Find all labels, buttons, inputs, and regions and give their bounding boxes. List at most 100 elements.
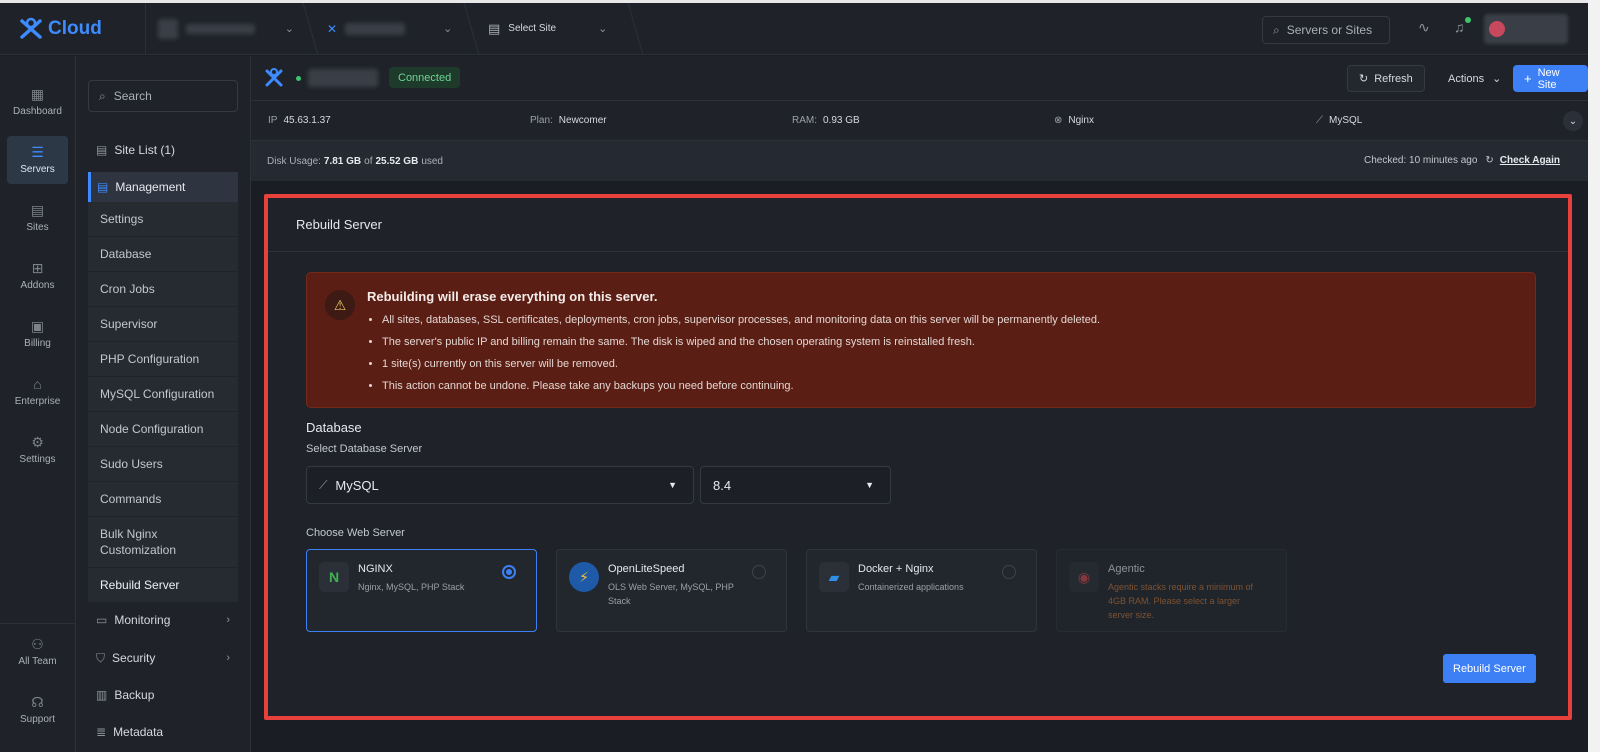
- plan-value: Newcomer: [558, 115, 607, 126]
- new-site-button[interactable]: + New Site: [1513, 65, 1588, 92]
- bell-icon[interactable]: ♫: [1454, 19, 1465, 35]
- database-version-select[interactable]: 8.4 ▼: [700, 466, 891, 504]
- openlitespeed-logo-icon: ⚡: [569, 562, 599, 592]
- db-server-info: ⟋ MySQL: [1316, 115, 1362, 126]
- web-server-value: Nginx: [1068, 115, 1094, 126]
- disk-checked-status: Checked: 10 minutes ago ↻ Check Again: [1364, 155, 1560, 166]
- alert-list: All sites, databases, SSL certificates, …: [382, 312, 1100, 400]
- rail-item-dashboard[interactable]: ▦ Dashboard: [7, 78, 68, 126]
- notification-dot: [1465, 17, 1471, 23]
- server-switcher[interactable]: ✕ ⌄: [315, 3, 467, 55]
- subnav-item-label: Bulk Nginx Customization: [100, 527, 177, 557]
- ram-info: RAM: 0.93 GB: [792, 115, 860, 126]
- actions-dropdown[interactable]: Actions ⌄: [1437, 65, 1512, 92]
- rail-item-enterprise[interactable]: ⌂ Enterprise: [7, 368, 68, 416]
- subnav-item-label: Cron Jobs: [100, 282, 155, 296]
- rail-item-settings[interactable]: ⚙ Settings: [7, 426, 68, 474]
- server-icon: ✕: [327, 21, 338, 36]
- subnav-item-cron-jobs[interactable]: Cron Jobs: [88, 272, 238, 306]
- rail-item-addons[interactable]: ⊞ Addons: [7, 252, 68, 300]
- disk-usage-label: Disk Usage:: [267, 155, 321, 167]
- rail-item-servers[interactable]: ☰ Servers: [7, 136, 68, 184]
- enterprise-icon: ⌂: [33, 376, 42, 392]
- addons-icon: ⊞: [31, 260, 44, 276]
- subnav-item-database[interactable]: Database: [88, 237, 238, 271]
- alert-item: The server's public IP and billing remai…: [382, 334, 1100, 356]
- activity-icon[interactable]: ∿: [1418, 19, 1430, 36]
- db-server-value: MySQL: [1329, 115, 1363, 126]
- mysql-icon: ⟋: [319, 477, 328, 492]
- rebuild-server-button[interactable]: Rebuild Server: [1443, 654, 1536, 683]
- database-server-select[interactable]: ⟋ MySQL ▼: [306, 466, 694, 504]
- cloud-logo-icon: [20, 17, 42, 39]
- server-info-row: IP 45.63.1.37 Plan: Newcomer RAM: 0.93 G…: [251, 101, 1588, 141]
- status-badge: Connected: [389, 67, 461, 88]
- subnav-item-bulk-nginx[interactable]: Bulk Nginx Customization: [88, 517, 238, 567]
- left-rail: ▦ Dashboard ☰ Servers ▤ Sites ⊞ Addons ▣…: [0, 56, 76, 752]
- top-bar: Cloud ⌄ ✕ ⌄ ▤ Select Site ⌄ ⌕ Servers or…: [0, 2, 1588, 55]
- rail-item-sites[interactable]: ▤ Sites: [7, 194, 68, 242]
- subnav-backup[interactable]: ▥ Backup: [88, 680, 238, 710]
- web-server-card-openlitespeed[interactable]: ⚡ OpenLiteSpeed OLS Web Server, MySQL, P…: [556, 549, 787, 632]
- actions-label: Actions: [1448, 72, 1485, 85]
- subnav-management[interactable]: ▤ Management: [88, 172, 238, 202]
- ip-value: 45.63.1.37: [283, 115, 331, 126]
- db-select-label: Select Database Server: [306, 443, 423, 455]
- subnav-search-placeholder: Search: [113, 89, 152, 103]
- subnav-security[interactable]: ⛉ Security ›: [88, 643, 238, 673]
- rail-item-all-team[interactable]: ⚇ All Team: [7, 628, 68, 676]
- subnav-item-settings[interactable]: Settings: [88, 202, 238, 236]
- billing-icon: ▣: [30, 318, 45, 334]
- shield-icon: ⛉: [96, 650, 106, 665]
- subnav-item-php-configuration[interactable]: PHP Configuration: [88, 342, 238, 376]
- subnav-metadata[interactable]: ≣ Metadata: [88, 717, 238, 747]
- check-again-link[interactable]: Check Again: [1500, 155, 1560, 166]
- rail-label: Sites: [26, 222, 49, 233]
- team-switcher[interactable]: ⌄: [146, 3, 306, 55]
- rail-label: Enterprise: [14, 396, 61, 407]
- radio-selected[interactable]: [502, 565, 516, 579]
- docker-logo-icon: ▰: [819, 562, 849, 592]
- web-server-card-nginx[interactable]: N NGINX Nginx, MySQL, PHP Stack: [306, 549, 537, 632]
- site-switcher[interactable]: ▤ Select Site ⌄: [476, 3, 631, 55]
- subnav-item-node-configuration[interactable]: Node Configuration: [88, 412, 238, 446]
- chevron-right-icon: ›: [226, 614, 230, 626]
- web-server-info: ⊗ Nginx: [1054, 115, 1094, 126]
- avatar: [1489, 21, 1505, 37]
- logo-text: Cloud: [48, 17, 102, 39]
- panel-title: Rebuild Server: [268, 198, 1568, 252]
- subnav-item-mysql-configuration[interactable]: MySQL Configuration: [88, 377, 238, 411]
- subnav-item-commands[interactable]: Commands: [88, 482, 238, 516]
- alert-title: Rebuilding will erase everything on this…: [367, 289, 658, 304]
- global-search[interactable]: ⌕ Servers or Sites: [1262, 16, 1390, 44]
- subnav-item-sudo-users[interactable]: Sudo Users: [88, 447, 238, 481]
- rail-item-support[interactable]: ☊ Support: [7, 686, 68, 734]
- subnav-item-label: Settings: [100, 212, 144, 226]
- subnav-item-rebuild-server[interactable]: Rebuild Server: [88, 568, 238, 602]
- disk-suffix: used: [421, 155, 443, 167]
- alert-item: 1 site(s) currently on this server will …: [382, 356, 1100, 378]
- app-logo[interactable]: Cloud: [0, 2, 146, 55]
- card-name: Docker + Nginx: [858, 563, 934, 575]
- rail-label: Addons: [20, 280, 55, 291]
- radio-unselected[interactable]: [1002, 565, 1016, 579]
- status-dot: [296, 76, 301, 81]
- ip-info: IP 45.63.1.37: [268, 115, 331, 126]
- radio-unselected[interactable]: [752, 565, 766, 579]
- web-server-card-docker[interactable]: ▰ Docker + Nginx Containerized applicati…: [806, 549, 1037, 632]
- subnav-monitoring[interactable]: ▭ Monitoring ›: [88, 605, 238, 635]
- collapse-info-button[interactable]: ⌄: [1563, 111, 1583, 131]
- subnav-site-list[interactable]: ▤ Site List (1): [88, 135, 238, 165]
- mysql-icon: ⟋: [1316, 115, 1323, 126]
- subnav-item-label: Database: [100, 247, 152, 261]
- subnav-search-input[interactable]: ⌕ Search: [88, 80, 238, 112]
- rail-item-billing[interactable]: ▣ Billing: [7, 310, 68, 358]
- disk-usage-row: Disk Usage: 7.81 GB of 25.52 GB used Che…: [251, 141, 1588, 181]
- checked-time: Checked: 10 minutes ago: [1364, 155, 1478, 166]
- refresh-button[interactable]: ↻ Refresh: [1347, 65, 1425, 92]
- subnav-item-label: Commands: [100, 492, 162, 506]
- web-server-heading: Choose Web Server: [306, 527, 405, 539]
- subnav-item-supervisor[interactable]: Supervisor: [88, 307, 238, 341]
- subnav-item-label: Sudo Users: [100, 457, 163, 471]
- sites-icon: ▤: [30, 202, 45, 218]
